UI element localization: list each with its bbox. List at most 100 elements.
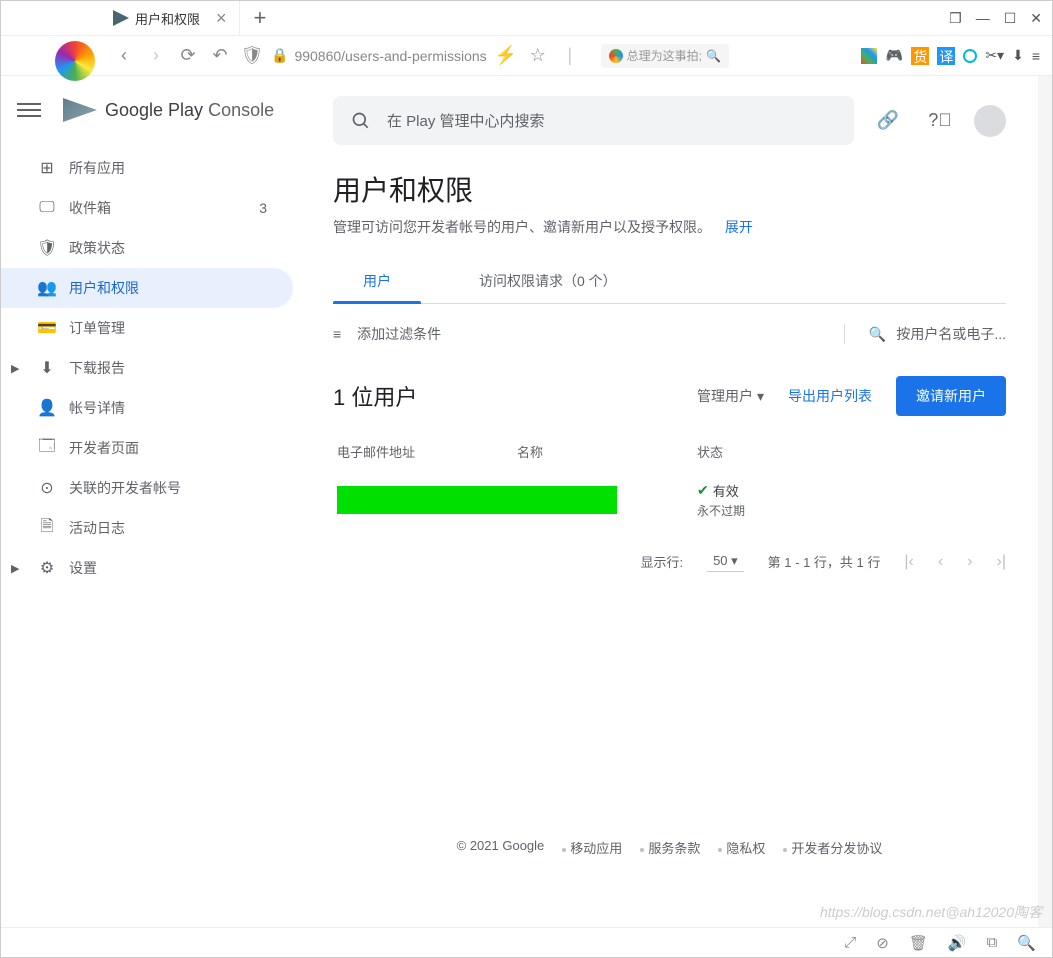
tab-users[interactable]: 用户 <box>333 259 421 303</box>
restore-icon[interactable]: ❐ <box>949 10 962 27</box>
sidebar: Google Play Console ⊞所有应用 🖵收件箱3 🛡政策状态 👥用… <box>1 76 301 927</box>
huo-icon[interactable]: 货 <box>911 47 929 65</box>
expand-link[interactable]: 展开 <box>725 219 753 235</box>
chevron-right-icon: ▶ <box>11 562 19 575</box>
nav-policy[interactable]: 🛡政策状态 <box>1 228 293 268</box>
close-icon[interactable]: × <box>216 8 227 29</box>
avatar[interactable] <box>974 105 1006 137</box>
status-icon-1[interactable]: ⤢ <box>844 934 856 951</box>
footer-link-distribution[interactable]: 开发者分发协议 <box>783 838 882 857</box>
back-icon[interactable]: ‹ <box>111 45 137 66</box>
nav-download-reports[interactable]: ▶⬇下载报告 <box>1 348 293 388</box>
scissors-icon[interactable]: ✂▾ <box>985 47 1004 64</box>
page-next-icon[interactable]: › <box>967 553 972 571</box>
nav-settings[interactable]: ▶⚙设置 <box>1 548 293 588</box>
manage-users-dropdown[interactable]: 管理用户 ▾ <box>697 386 764 406</box>
page-prev-icon[interactable]: ‹ <box>938 553 943 571</box>
search-icon: 🔍 <box>869 326 886 343</box>
person-icon: 👤 <box>37 398 57 418</box>
watermark: https://blog.csdn.net@ah12020陶客 <box>820 902 1042 922</box>
status-trash-icon[interactable]: 🗑 <box>909 934 928 952</box>
grid-icon: ⊞ <box>37 158 57 178</box>
search-icon <box>351 111 371 131</box>
tab-requests[interactable]: 访问权限请求（0 个） <box>449 259 647 303</box>
redacted-email <box>337 486 617 514</box>
console-logo[interactable]: Google Play Console <box>63 98 274 122</box>
scrollbar[interactable] <box>1038 76 1052 927</box>
search-placeholder: 在 Play 管理中心内搜索 <box>387 110 545 131</box>
copyright: © 2021 Google <box>457 838 545 857</box>
secondary-search-placeholder: 总理为这事拍; <box>627 47 702 64</box>
flash-icon[interactable]: ⚡ <box>493 45 519 66</box>
nav-all-apps[interactable]: ⊞所有应用 <box>1 148 293 188</box>
secondary-search[interactable]: 总理为这事拍; 🔍 <box>601 44 729 68</box>
nav-developer-page[interactable]: 🗔开发者页面 <box>1 428 293 468</box>
page-subtitle: 管理可访问您开发者帐号的用户、邀请新用户以及授予权限。 展开 <box>333 217 1006 237</box>
download-arrow-icon[interactable]: ⬇ <box>1012 47 1024 64</box>
menu-icon[interactable]: ≡ <box>1032 48 1040 64</box>
user-row[interactable]: ✔有效 永不过期 <box>333 469 1006 531</box>
download-icon: ⬇ <box>37 358 57 378</box>
statusbar: ⤢ ⊘ 🗑 🔊 ⧉ 🔍 <box>1 927 1052 957</box>
address-bar[interactable]: 🔒 990860/users-and-permissions <box>271 47 487 64</box>
rows-select[interactable]: 50 ▾ <box>707 551 744 572</box>
tab-title: 用户和权限 <box>135 9 200 28</box>
link-icon[interactable]: 🔗 <box>870 103 906 139</box>
page-first-icon[interactable]: |‹ <box>904 553 913 571</box>
col-name: 名称 <box>517 442 697 461</box>
status-search-icon[interactable]: 🔍 <box>1017 934 1036 952</box>
col-status: 状态 <box>697 442 817 461</box>
status-icon-2[interactable]: ⊘ <box>876 934 889 952</box>
filter-search[interactable]: 🔍 按用户名或电子... <box>844 324 1006 344</box>
footer-link-mobile[interactable]: 移动应用 <box>562 838 622 857</box>
minimize-icon[interactable]: — <box>976 10 990 26</box>
help-icon[interactable]: ?⃝ <box>922 103 958 139</box>
new-tab-button[interactable]: + <box>254 5 267 31</box>
history-icon[interactable]: ↶ <box>207 45 233 66</box>
shield-icon[interactable]: 🛡 <box>239 45 265 66</box>
nav-activity-log[interactable]: 🗎活动日志 <box>1 508 293 548</box>
invite-user-button[interactable]: 邀请新用户 <box>896 376 1006 416</box>
add-filter-label[interactable]: 添加过滤条件 <box>357 324 441 344</box>
main-content: 在 Play 管理中心内搜索 🔗 ?⃝ 用户和权限 管理可访问您开发者帐号的用户… <box>301 76 1038 927</box>
browser-tab[interactable]: 用户和权限 × <box>101 1 240 35</box>
range-label: 第 1 - 1 行，共 1 行 <box>768 552 881 571</box>
filter-icon[interactable]: ≡ <box>333 326 341 342</box>
footer-link-terms[interactable]: 服务条款 <box>640 838 700 857</box>
nav-inbox[interactable]: 🖵收件箱3 <box>1 188 293 228</box>
nav-orders[interactable]: 💳订单管理 <box>1 308 293 348</box>
status-sound-icon[interactable]: 🔊 <box>948 934 967 952</box>
status-label: 有效 <box>713 481 739 500</box>
inbox-icon: 🖵 <box>37 199 57 217</box>
chevron-right-icon: ▶ <box>11 362 19 375</box>
nav-associated-accounts[interactable]: ⊙关联的开发者帐号 <box>1 468 293 508</box>
star-icon[interactable]: ☆ <box>525 45 551 66</box>
yi-icon[interactable]: 译 <box>937 47 955 65</box>
rows-label: 显示行: <box>640 552 683 571</box>
filter-search-placeholder: 按用户名或电子... <box>896 324 1006 344</box>
play-icon <box>113 10 129 26</box>
lock-icon: 🔒 <box>271 47 288 64</box>
maximize-icon[interactable]: ☐ <box>1004 10 1017 27</box>
gear-icon: ⚙ <box>37 558 57 578</box>
circle-icon[interactable] <box>963 49 977 63</box>
forward-icon[interactable]: › <box>143 45 169 66</box>
grid-icon[interactable] <box>861 48 877 64</box>
reload-icon[interactable]: ⟳ <box>175 45 201 66</box>
game-icon[interactable]: 🎮 <box>885 47 903 65</box>
close-window-icon[interactable]: ✕ <box>1030 10 1042 27</box>
app-logo <box>45 31 105 91</box>
main-search[interactable]: 在 Play 管理中心内搜索 <box>333 96 854 145</box>
page-title: 用户和权限 <box>333 169 1006 209</box>
expiry-label: 永不过期 <box>697 502 817 519</box>
nav-account-details[interactable]: 👤帐号详情 <box>1 388 293 428</box>
divider: | <box>557 45 583 66</box>
status-copy-icon[interactable]: ⧉ <box>987 934 998 951</box>
footer-link-privacy[interactable]: 隐私权 <box>718 838 765 857</box>
hamburger-icon[interactable] <box>17 103 41 117</box>
page-last-icon[interactable]: ›| <box>997 553 1006 571</box>
nav-list: ⊞所有应用 🖵收件箱3 🛡政策状态 👥用户和权限 💳订单管理 ▶⬇下载报告 👤帐… <box>1 148 301 588</box>
export-users-link[interactable]: 导出用户列表 <box>788 386 872 406</box>
nav-users-permissions[interactable]: 👥用户和权限 <box>1 268 293 308</box>
footer: © 2021 Google 移动应用 服务条款 隐私权 开发者分发协议 <box>301 838 1038 857</box>
